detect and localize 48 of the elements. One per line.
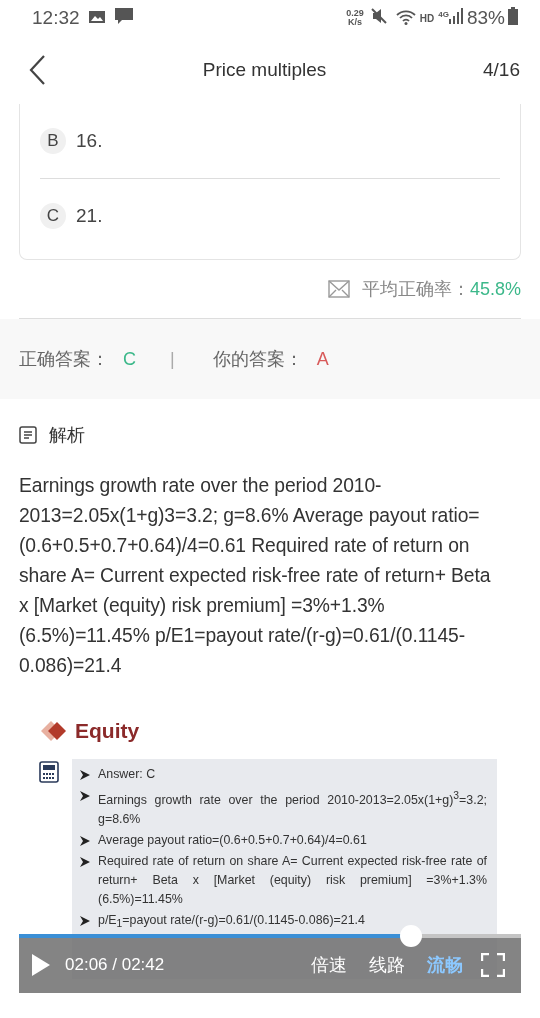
image-icon [87, 8, 106, 25]
player-option-button[interactable]: 倍速 [307, 952, 351, 977]
option-letter: C [40, 203, 66, 229]
arrow-bullet-icon [80, 836, 90, 847]
message-icon [113, 6, 134, 25]
analysis-text: Earnings growth rate over the period 2010-2013=2.05x(1+g)3=3.2; g=8.6% Average payout ratio=(0.6+0.5+0.7+0.64)/4=0.61 Required rate of return on share A= Current expected risk-free rate of return+ Beta x [Market (equity) risk premium] =3%+1.3%(6.5%)=11.45% p/E1=payout rate/(r-g)=0.61/(0.1145-0.086)=21.4 [19, 475, 491, 676]
hd-label: HD [419, 12, 435, 24]
bullet-text: Earnings growth rate over the period 2010-2013=2.05x(1+g)$^{3}$=3.2; g=8.6% [98, 789, 487, 829]
accuracy-value: 45.8% [469, 279, 521, 299]
battery-icon [508, 6, 518, 25]
wifi-icon [395, 8, 416, 25]
network-label: 4G [438, 9, 449, 19]
bullet-text: Answer: C [98, 766, 156, 783]
diamond-icon [39, 721, 69, 741]
fullscreen-button[interactable] [481, 952, 505, 977]
speed-unit: K/s [348, 18, 363, 27]
mute-icon [369, 6, 388, 25]
option-letter: B [40, 128, 66, 154]
your-answer-label: 你的答案： [212, 348, 303, 371]
clock-time: 12:32 [32, 7, 80, 29]
page-title: Price multiples [201, 59, 328, 81]
option-text: 21. [76, 205, 103, 227]
correct-answer-value: C [123, 348, 136, 370]
analysis-heading: 解析 [49, 424, 85, 447]
slide-title: Equity [75, 719, 140, 743]
separator: | [170, 348, 175, 370]
player-option-button[interactable]: 流畅 [423, 952, 467, 977]
bullet-text: Average payout ratio=(0.6+0.5+0.7+0.64)/4=0.61 [98, 832, 367, 850]
calculator-icon [39, 761, 59, 783]
your-answer-value: A [316, 348, 329, 370]
correct-answer-label: 正确答案： [19, 348, 109, 371]
question-counter: 4/16 [483, 59, 520, 81]
document-icon [19, 426, 37, 444]
accuracy-label: 平均正确率： [361, 279, 470, 299]
play-button[interactable] [31, 952, 51, 977]
back-button[interactable] [28, 54, 46, 86]
speed-value: 0.29 [346, 9, 364, 18]
player-option-button[interactable]: 线路 [365, 952, 409, 977]
mail-icon [327, 280, 350, 298]
arrow-bullet-icon [80, 791, 90, 801]
arrow-bullet-icon [80, 916, 90, 927]
arrow-bullet-icon [80, 857, 90, 868]
battery-percent: 83% [466, 7, 505, 29]
playback-time: 02:06 / 02:42 [65, 954, 166, 975]
bullet-text: p/E$_{1}$=payout rate/(r-g)=0.61/(0.1145-0.086)=21.4 [98, 912, 365, 932]
signal-icon [448, 8, 463, 24]
option-text: 16. [76, 130, 103, 152]
arrow-bullet-icon [80, 770, 90, 780]
